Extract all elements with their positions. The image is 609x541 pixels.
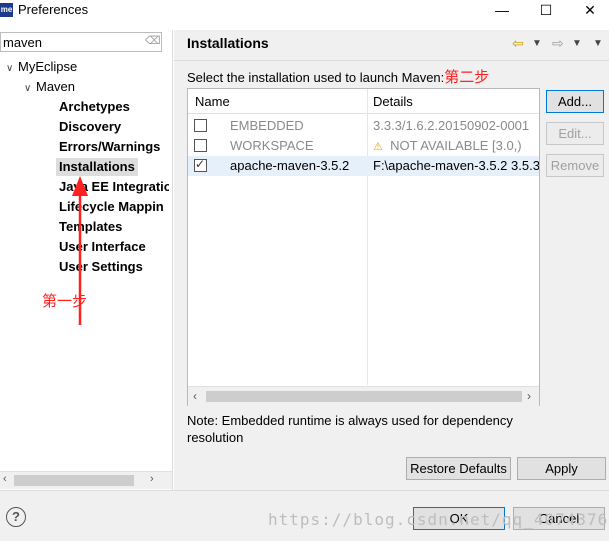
back-icon[interactable]: ⇦ [512, 35, 524, 52]
installation-prompt: Select the installation used to launch M… [187, 69, 490, 86]
restore-defaults-button[interactable]: Restore Defaults [406, 457, 511, 480]
table-row[interactable]: apache-maven-3.5.2 F:\apache-maven-3.5.2… [188, 156, 539, 176]
apply-button[interactable]: Apply [517, 457, 606, 480]
installation-name: apache-maven-3.5.2 [230, 158, 350, 173]
installation-name: EMBEDDED [230, 118, 304, 133]
installation-name: WORKSPACE [230, 138, 314, 153]
table-row[interactable]: WORKSPACE ⚠ NOT AVAILABLE [3.0,) [188, 136, 539, 156]
row-checkbox[interactable] [194, 139, 207, 152]
remove-button[interactable]: Remove [546, 154, 604, 177]
view-menu-icon[interactable]: ▼ [593, 38, 603, 49]
table-horizontal-scrollbar[interactable]: ‹ › [188, 386, 539, 406]
row-checkbox[interactable] [194, 157, 207, 172]
installations-table[interactable]: Name Details EMBEDDED 3.3.3/1.6.2.201509… [187, 88, 540, 406]
column-header-details[interactable]: Details [373, 94, 413, 109]
scroll-left-icon[interactable]: ‹ [193, 389, 197, 403]
installation-details: ⚠ NOT AVAILABLE [3.0,) [373, 138, 522, 153]
table-row[interactable]: EMBEDDED 3.3.3/1.6.2.20150902-0001 [188, 116, 539, 136]
table-header: Name Details [188, 89, 539, 114]
step2-annotation: 第二步 [444, 69, 490, 86]
edit-button[interactable]: Edit... [546, 122, 604, 145]
column-header-name[interactable]: Name [195, 94, 230, 109]
forward-icon[interactable]: ⇨ [552, 35, 564, 52]
step1-annotation: 第一步 [42, 293, 88, 310]
scroll-right-icon[interactable]: › [527, 389, 531, 403]
watermark: https://blog.csdn.net/qq_40743763 [268, 510, 609, 529]
step1-arrowhead [72, 176, 88, 196]
installation-details: 3.3.3/1.6.2.20150902-0001 [373, 118, 530, 133]
help-icon[interactable]: ? [6, 507, 26, 527]
scrollbar-thumb[interactable] [206, 391, 522, 402]
installation-details: F:\apache-maven-3.5.2 3.5.3 [373, 158, 539, 173]
embedded-runtime-note: Note: Embedded runtime is always used fo… [187, 413, 513, 445]
forward-menu-chevron-icon[interactable]: ▼ [572, 38, 582, 49]
page-title: Installations [187, 35, 269, 51]
add-button[interactable]: Add... [546, 90, 604, 113]
warning-icon: ⚠ [373, 141, 383, 153]
row-checkbox[interactable] [194, 119, 207, 132]
back-menu-chevron-icon[interactable]: ▼ [532, 38, 542, 49]
